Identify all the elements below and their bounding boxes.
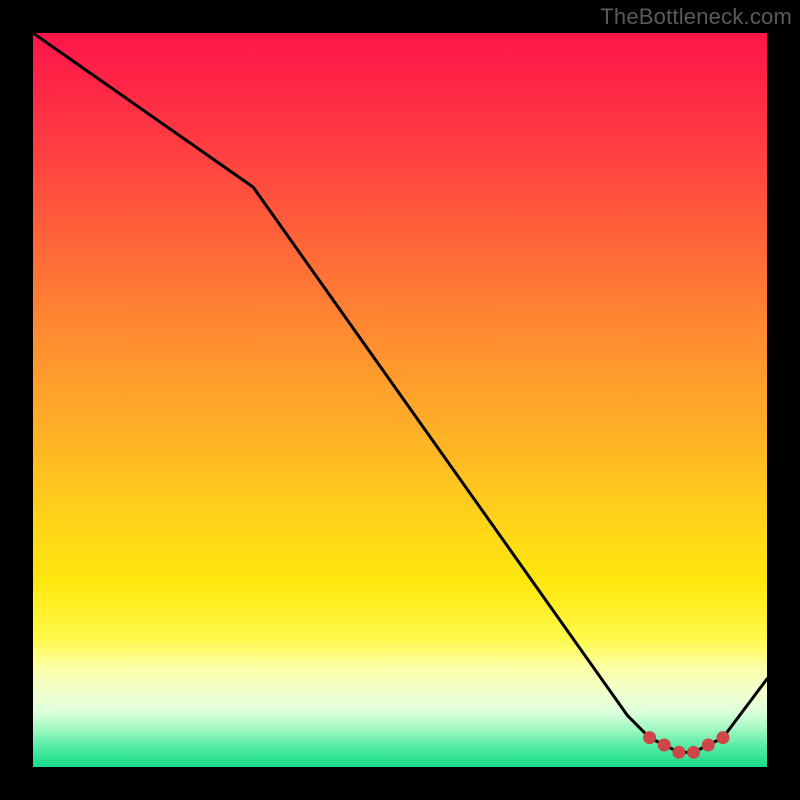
- data-marker: [643, 731, 656, 744]
- watermark-text: TheBottleneck.com: [600, 4, 792, 30]
- data-marker: [658, 738, 671, 751]
- data-marker: [687, 746, 700, 759]
- line-overlay: [33, 33, 767, 767]
- chart-frame: TheBottleneck.com: [0, 0, 800, 800]
- data-marker: [702, 738, 715, 751]
- plot-area: [33, 33, 767, 767]
- data-marker: [716, 731, 729, 744]
- data-marker: [672, 746, 685, 759]
- curve-markers: [643, 731, 729, 759]
- curve-line: [33, 33, 767, 752]
